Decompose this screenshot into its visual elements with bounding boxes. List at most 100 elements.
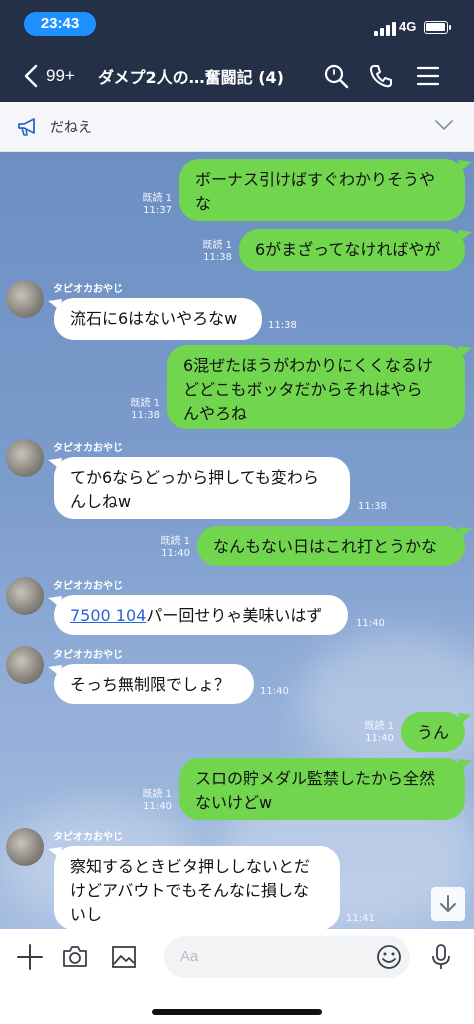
- message-line: ないけどw: [195, 793, 273, 812]
- chevron-left-icon: [24, 64, 38, 88]
- bubble-tail: [48, 847, 62, 859]
- bubble-tail: [458, 527, 472, 539]
- bubble-tail: [458, 346, 472, 358]
- bubble-tail: [458, 713, 472, 725]
- message-time: 11:40: [365, 733, 394, 744]
- message-time: 11:38: [358, 501, 387, 512]
- announcement-bar[interactable]: だねえ: [0, 102, 474, 152]
- read-receipt: 既読 1: [142, 193, 172, 204]
- message-line: ボーナス引けばすぐわかりそうや: [195, 170, 436, 189]
- message-line: なんもない日はこれ打とうかな: [213, 537, 438, 556]
- menu-icon[interactable]: [415, 63, 441, 89]
- read-receipt: 既読 1: [160, 536, 190, 547]
- message-line: そっち無制限でしょ？: [70, 675, 231, 694]
- message-line: 6がまざってなければやが: [255, 240, 441, 259]
- status-time: 23:43: [24, 12, 96, 36]
- message-meta: 既読 1 11:37: [120, 193, 172, 217]
- plus-icon[interactable]: [16, 943, 44, 971]
- message-meta: 既読 1 11:40: [120, 789, 172, 813]
- sender-name: タピオカおやじ: [53, 581, 123, 592]
- avatar[interactable]: [6, 646, 44, 684]
- message-line: 流石に6はないやろなw: [70, 309, 238, 328]
- avatar[interactable]: [6, 828, 44, 866]
- bubble-tail: [48, 458, 62, 470]
- message-line: いし: [70, 905, 103, 924]
- message-time: 11:40: [161, 548, 190, 559]
- home-indicator: [152, 1009, 322, 1015]
- chat-header: 99+ ダメプ2人の…奮闘記 (4): [0, 50, 474, 102]
- battery-cap: [449, 25, 451, 30]
- message-line: な: [195, 194, 212, 213]
- search-icon[interactable]: [323, 63, 349, 89]
- message-bubble-mine[interactable]: ボーナス引けばすぐわかりそうや な: [179, 159, 465, 221]
- message-bubble-theirs[interactable]: 察知するときビタ押ししないとだ けどアバウトでもそんなに損しな いし: [54, 846, 340, 929]
- read-receipt: 既読 1: [364, 721, 394, 732]
- message-bubble-theirs[interactable]: 7500 104パー回せりゃ美味いはず: [54, 595, 348, 635]
- message-bubble-mine[interactable]: 6混ぜたほうがわかりにくくなるけ どどこもボッタだからそれはやら んやろね: [167, 345, 465, 429]
- bubble-tail: [48, 665, 62, 677]
- message-meta: 既読 1 11:38: [180, 240, 232, 264]
- camera-icon[interactable]: [61, 943, 89, 971]
- message-time: 11:40: [356, 618, 385, 629]
- message-bubble-mine[interactable]: 6がまざってなければやが: [239, 229, 465, 271]
- message-bubble-mine[interactable]: うん: [401, 712, 465, 752]
- message-meta: 既読 1 11:40: [342, 721, 394, 745]
- chat-title[interactable]: ダメプ2人の…奮闘記 (4): [98, 64, 298, 88]
- bubble-tail: [458, 230, 472, 242]
- arrow-down-icon: [440, 895, 456, 912]
- read-receipt: 既読 1: [202, 240, 232, 251]
- scroll-to-bottom-button[interactable]: [431, 887, 465, 921]
- message-text: パー回せりゃ美味いはず: [146, 606, 323, 625]
- message-bubble-theirs[interactable]: そっち無制限でしょ？: [54, 664, 254, 704]
- message-input-bar: Aa: [0, 929, 474, 1024]
- bubble-tail: [458, 160, 472, 172]
- avatar[interactable]: [6, 280, 44, 318]
- message-meta: 既読 1 11:38: [108, 398, 160, 422]
- announcement-text: だねえ: [50, 120, 92, 136]
- mic-icon[interactable]: [427, 943, 455, 971]
- read-receipt: 既読 1: [142, 789, 172, 800]
- message-input[interactable]: Aa: [164, 936, 410, 978]
- avatar[interactable]: [6, 439, 44, 477]
- message-line: どどこもボッタだからそれはやら: [183, 380, 423, 399]
- message-time: 11:41: [346, 913, 375, 924]
- network-label: 4G: [399, 19, 417, 34]
- message-time: 11:37: [143, 205, 172, 216]
- megaphone-icon: [18, 118, 35, 136]
- bubble-tail: [48, 299, 62, 311]
- bubble-tail: [48, 596, 62, 608]
- message-bubble-mine[interactable]: なんもない日はこれ打とうかな: [197, 526, 465, 566]
- message-time: 11:38: [131, 410, 160, 421]
- sender-name: タピオカおやじ: [53, 284, 123, 295]
- message-line: てか6ならどっから押しても変わら: [70, 468, 319, 487]
- message-time: 11:38: [203, 252, 232, 263]
- input-placeholder: Aa: [180, 948, 199, 965]
- phone-icon[interactable]: [368, 63, 394, 89]
- message-time: 11:38: [268, 320, 297, 331]
- message-line: スロの貯メダル監禁したから全然: [195, 769, 436, 788]
- sender-name: タピオカおやじ: [53, 443, 123, 454]
- message-line: んやろね: [183, 404, 248, 423]
- sender-name: タピオカおやじ: [53, 832, 123, 843]
- unread-count: 99+: [46, 66, 75, 85]
- message-bubble-theirs[interactable]: 流石に6はないやろなw: [54, 298, 262, 340]
- status-bar: 23:43 4G: [0, 0, 474, 50]
- message-time: 11:40: [143, 801, 172, 812]
- message-bubble-mine[interactable]: スロの貯メダル監禁したから全然 ないけどw: [179, 758, 465, 820]
- message-time: 11:40: [260, 686, 289, 697]
- phone-number-link[interactable]: 7500 104: [70, 606, 146, 625]
- chevron-down-icon[interactable]: [435, 119, 453, 131]
- avatar[interactable]: [6, 577, 44, 615]
- image-icon[interactable]: [110, 943, 138, 971]
- message-line: 6混ぜたほうがわかりにくくなるけ: [183, 356, 433, 375]
- back-button[interactable]: 99+: [24, 62, 84, 90]
- bubble-tail: [458, 759, 472, 771]
- message-line: 察知するときビタ押ししないとだ: [70, 857, 311, 876]
- sender-name: タピオカおやじ: [53, 650, 123, 661]
- message-line: けどアバウトでもそんなに損しな: [70, 881, 310, 900]
- chat-area[interactable]: ボーナス引けばすぐわかりそうや な 既読 1 11:37 6がまざってなければや…: [0, 152, 474, 929]
- message-bubble-theirs[interactable]: てか6ならどっから押しても変わら んしねw: [54, 457, 350, 519]
- read-receipt: 既読 1: [130, 398, 160, 409]
- emoji-icon[interactable]: [375, 943, 403, 971]
- message-meta: 既読 1 11:40: [138, 536, 190, 560]
